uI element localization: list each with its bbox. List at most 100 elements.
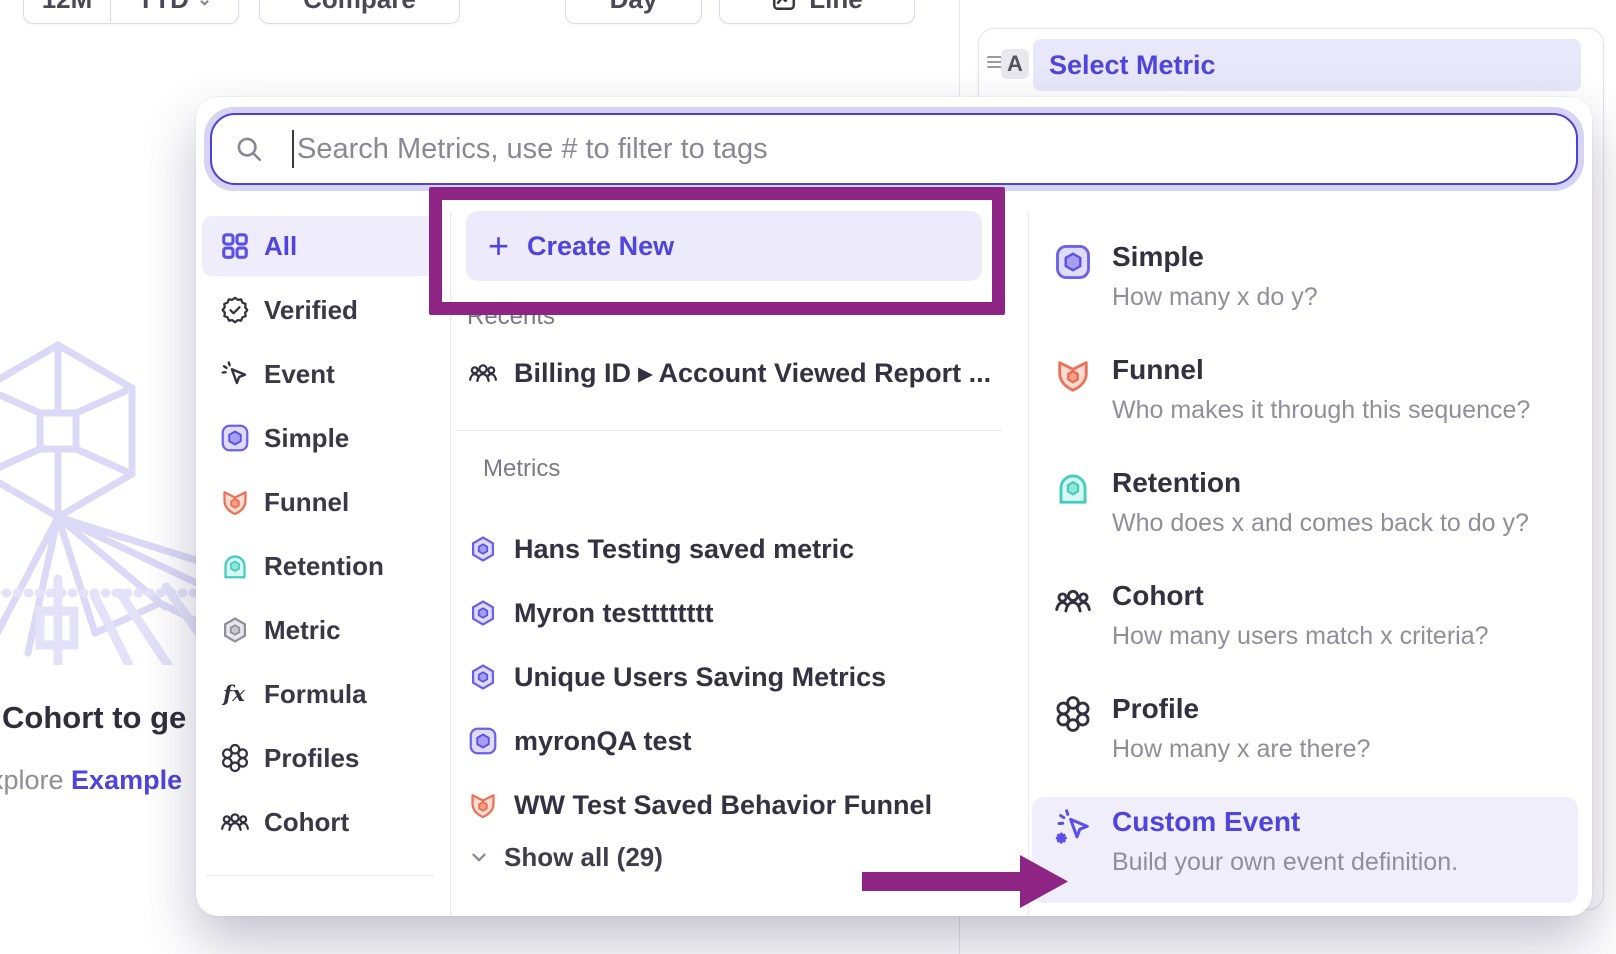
interval-button[interactable]: Day xyxy=(565,0,702,24)
chart-type-button[interactable]: Line xyxy=(719,0,915,24)
sidebar-column-divider xyxy=(450,212,451,916)
annotation-arrow xyxy=(850,845,1080,920)
empty-state-subline: xplore Example xyxy=(0,765,182,796)
sidebar-item-retention[interactable]: Retention xyxy=(202,536,434,596)
sidebar-item-label: Profiles xyxy=(264,743,359,774)
select-metric-button[interactable]: Select Metric xyxy=(1033,39,1581,91)
sidebar-item-more-label: T xyxy=(264,915,280,917)
sidebar-item-label: Verified xyxy=(264,295,358,326)
date-range-control[interactable]: 12M YTD⌄ xyxy=(23,0,239,24)
metric-type-desc: How many x are there? xyxy=(1112,735,1370,764)
sidebar-item-label: Formula xyxy=(264,679,367,710)
query-row-badge: A xyxy=(1001,49,1029,79)
sidebar-item-label: Retention xyxy=(264,551,384,582)
saved-metric-row[interactable]: WW Test Saved Behavior Funnel xyxy=(468,773,1008,837)
grid-icon xyxy=(220,231,250,261)
metric-type-desc: How many users match x criteria? xyxy=(1112,622,1489,651)
cohort-icon xyxy=(1054,582,1092,620)
metric-saved-icon xyxy=(468,598,498,628)
range-12m-label: 12M xyxy=(42,0,93,15)
annotation-rectangle xyxy=(429,187,1005,315)
metric-saved-icon xyxy=(468,662,498,692)
metric-type-desc: Who does x and comes back to do y? xyxy=(1112,509,1529,538)
formula-icon: fx xyxy=(220,679,250,709)
sidebar-item-label: All xyxy=(264,231,297,262)
search-wrapper: Search Metrics, use # to filter to tags xyxy=(204,107,1584,191)
sidebar-item-simple[interactable]: Simple xyxy=(202,408,434,468)
sidebar-item-label: Funnel xyxy=(264,487,349,518)
recents-metrics-divider xyxy=(456,430,1002,431)
retention-icon xyxy=(220,551,250,581)
saved-metric-label: Myron testttttttt xyxy=(514,598,713,629)
show-all-button[interactable]: Show all (29) xyxy=(468,837,663,877)
sidebar-item-label: Cohort xyxy=(264,807,349,838)
sidebar-item-label: Event xyxy=(264,359,335,390)
saved-metric-label: myronQA test xyxy=(514,726,692,757)
cohort-icon xyxy=(468,358,498,388)
empty-state-illustration xyxy=(0,335,200,665)
metrics-section-label: Metrics xyxy=(483,455,560,483)
sidebar-item-profiles[interactable]: Profiles xyxy=(202,728,434,788)
metric-icon xyxy=(220,615,250,645)
metric-type-desc: Who makes it through this sequence? xyxy=(1112,396,1530,425)
range-12m-button[interactable]: 12M xyxy=(24,0,110,23)
funnel-icon xyxy=(220,487,250,517)
sidebar-divider xyxy=(206,875,434,876)
tag-icon xyxy=(220,915,250,916)
simple-icon xyxy=(1054,243,1092,281)
sidebar-item-cohort[interactable]: Cohort xyxy=(202,792,434,852)
saved-metric-row[interactable]: Unique Users Saving Metrics xyxy=(468,645,1008,709)
verified-icon xyxy=(220,295,250,325)
types-column-divider xyxy=(1028,212,1029,916)
sidebar-item-label: Metric xyxy=(264,615,341,646)
recent-item[interactable]: Billing ID ▸ Account Viewed Report ... xyxy=(468,341,1008,405)
metric-type-title: Custom Event xyxy=(1112,806,1300,838)
query-row-letter: A xyxy=(1007,51,1023,77)
sidebar-item-funnel[interactable]: Funnel xyxy=(202,472,434,532)
metric-type-desc: How many x do y? xyxy=(1112,283,1318,312)
metric-type-title: Retention xyxy=(1112,467,1241,499)
sidebar-item-verified[interactable]: Verified xyxy=(202,280,434,340)
range-ytd-button[interactable]: YTD⌄ xyxy=(110,0,238,23)
metric-saved-icon xyxy=(468,534,498,564)
text-caret xyxy=(292,130,294,168)
retention-icon xyxy=(1054,469,1092,507)
sidebar-item-all[interactable]: All xyxy=(202,216,434,276)
funnel-icon xyxy=(468,790,498,820)
simple-icon xyxy=(220,423,250,453)
metric-type-title: Simple xyxy=(1112,241,1204,273)
search-input[interactable]: Search Metrics, use # to filter to tags xyxy=(210,113,1578,185)
saved-metric-row[interactable]: Hans Testing saved metric xyxy=(468,517,1008,581)
example-link[interactable]: Example xyxy=(71,765,182,795)
custom-event-icon xyxy=(1054,808,1092,846)
compare-label: Compare xyxy=(303,0,416,15)
metric-type-title: Profile xyxy=(1112,693,1199,725)
event-icon xyxy=(220,359,250,389)
metric-type-title: Cohort xyxy=(1112,580,1204,612)
saved-metric-row[interactable]: myronQA test xyxy=(468,709,1008,773)
cohort-icon xyxy=(220,807,250,837)
saved-metric-label: Hans Testing saved metric xyxy=(514,534,854,565)
chevron-down-icon xyxy=(468,846,490,868)
saved-metric-label: Unique Users Saving Metrics xyxy=(514,662,886,693)
sidebar-item-label: Simple xyxy=(264,423,349,454)
sidebar-item-event[interactable]: Event xyxy=(202,344,434,404)
empty-state-headline: Cohort to ge xyxy=(2,700,186,736)
select-metric-label: Select Metric xyxy=(1049,50,1216,81)
app-root: 12M YTD⌄ Compare Day Line A Select Metri… xyxy=(0,0,1616,954)
saved-metric-row[interactable]: Myron testttttttt xyxy=(468,581,1008,645)
compare-button[interactable]: Compare xyxy=(259,0,460,24)
search-placeholder: Search Metrics, use # to filter to tags xyxy=(297,133,768,166)
svg-text:fx: fx xyxy=(221,682,245,707)
range-ytd-label: YTD xyxy=(137,0,189,15)
metric-type-desc: Build your own event definition. xyxy=(1112,848,1458,877)
metric-type-title: Funnel xyxy=(1112,354,1204,386)
chart-type-label: Line xyxy=(809,0,862,15)
sidebar-item-formula[interactable]: fx Formula xyxy=(202,664,434,724)
simple-icon xyxy=(468,726,498,756)
profiles-icon xyxy=(1054,695,1092,733)
profiles-icon xyxy=(220,743,250,773)
sidebar-item-more[interactable]: T xyxy=(202,900,434,916)
search-icon xyxy=(234,134,264,164)
sidebar-item-metric[interactable]: Metric xyxy=(202,600,434,660)
